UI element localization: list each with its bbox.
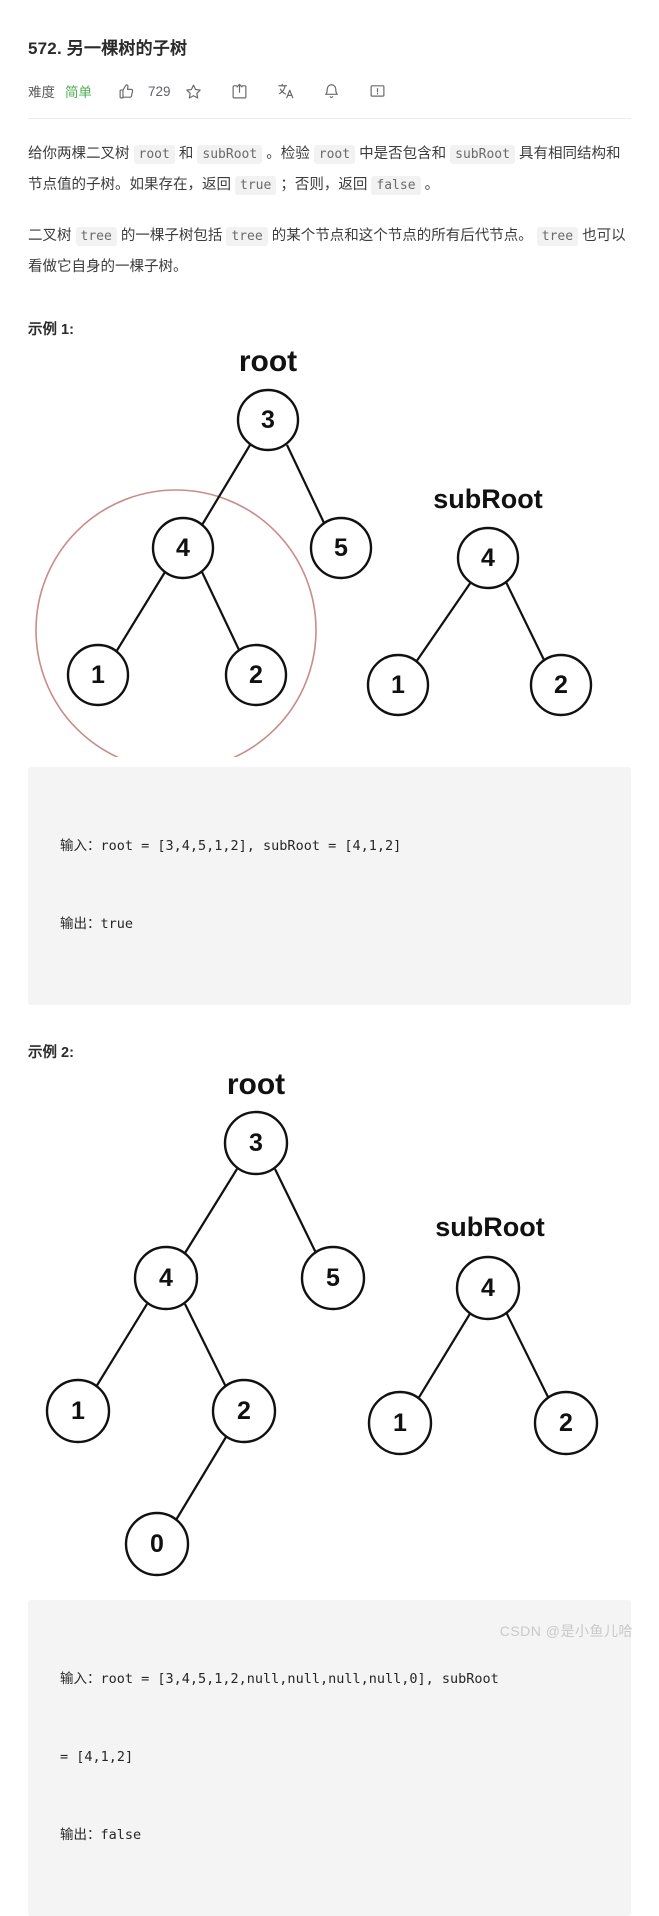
example-2-tree-svg: 3 4 5 1 2 0 4 1 2 root subRoot xyxy=(45,1068,599,1577)
page-title: 572. 另一棵树的子树 xyxy=(28,39,188,58)
tree-node-label: 3 xyxy=(261,406,275,434)
bell-icon[interactable] xyxy=(309,79,355,103)
tree-node-label: 1 xyxy=(393,1409,407,1437)
tree-node-label: 4 xyxy=(159,1264,173,1292)
tree-node-label: 0 xyxy=(150,1530,164,1558)
code-line: 输入：root = [3,4,5,1,2,null,null,null,null… xyxy=(60,1671,499,1688)
subroot-edges xyxy=(415,581,546,663)
example-1-figure: 3 4 5 1 2 4 1 2 root subRoot xyxy=(28,345,631,758)
desc-text: 中是否包含和 xyxy=(355,146,451,163)
desc-text: 和 xyxy=(174,146,198,163)
watermark: CSDN @是小鱼儿哈 xyxy=(499,1623,633,1639)
tree-node-label: 2 xyxy=(559,1409,573,1437)
tree-node-label: 1 xyxy=(391,671,405,699)
tree-node-label: 4 xyxy=(481,544,495,572)
desc-text: 的某个节点和这个节点的所有后代节点。 xyxy=(267,228,537,245)
code-false: false xyxy=(371,176,421,196)
problem-page: 572. 另一棵树的子树 难度 简单 729 给你两棵二叉树 root 和 su… xyxy=(0,0,659,1916)
root-nodes: 3 4 5 1 2 xyxy=(66,388,373,707)
code-root: root xyxy=(313,145,356,165)
subroot-figure-label: subRoot xyxy=(435,1212,544,1242)
code-subroot: subRoot xyxy=(197,145,263,165)
description-paragraph-2: 二叉树 tree 的一棵子树包括 tree 的某个节点和这个节点的所有后代节点。… xyxy=(28,221,631,282)
example-1-heading: 示例 1: xyxy=(28,322,74,339)
example-1-tree-svg: 3 4 5 1 2 4 1 2 root subRoot xyxy=(35,345,593,758)
code-root: root xyxy=(133,145,175,165)
difficulty-label: 难度 xyxy=(28,85,55,101)
desc-text: 。 xyxy=(420,177,440,194)
like-count: 729 xyxy=(148,83,171,99)
tree-node-label: 2 xyxy=(554,671,568,699)
share-icon[interactable] xyxy=(217,79,263,103)
tree-node-label: 2 xyxy=(249,661,263,689)
code-line: 输出：true xyxy=(60,916,134,933)
example-2-heading: 示例 2: xyxy=(28,1045,74,1062)
tree-node-label: 4 xyxy=(176,534,190,562)
desc-text: ；否则，返回 xyxy=(276,177,372,194)
tree-node-label: 3 xyxy=(249,1129,263,1157)
translate-icon[interactable] xyxy=(263,79,309,103)
thumbs-up-icon[interactable] xyxy=(118,79,135,103)
description-paragraph-1: 给你两棵二叉树 root 和 subRoot 。检验 root 中是否包含和 s… xyxy=(28,139,631,201)
difficulty-value: 简单 xyxy=(65,85,92,101)
code-tree: tree xyxy=(226,227,268,247)
tree-node-label: 1 xyxy=(71,1397,85,1425)
subroot-edges xyxy=(417,1311,550,1400)
tree-node-label: 4 xyxy=(481,1274,495,1302)
code-line: 输出：false xyxy=(60,1827,142,1844)
root-edges xyxy=(95,1168,317,1521)
tree-node-label: 5 xyxy=(326,1264,340,1292)
tree-node-label: 1 xyxy=(91,661,105,689)
code-line: 输入：root = [3,4,5,1,2], subRoot = [4,1,2] xyxy=(60,838,402,855)
example-2-code-block: 输入：root = [3,4,5,1,2,null,null,null,null… xyxy=(28,1600,631,1916)
subroot-figure-label: subRoot xyxy=(433,484,542,514)
code-subroot: subRoot xyxy=(450,145,515,165)
desc-text: 二叉树 xyxy=(28,228,76,245)
example-2-figure: 3 4 5 1 2 0 4 1 2 root subRoot xyxy=(28,1068,631,1590)
root-figure-label: root xyxy=(227,1068,285,1101)
code-line: = [4,1,2] xyxy=(60,1749,134,1766)
tree-node-label: 5 xyxy=(334,534,348,562)
desc-text: 给你两棵二叉树 xyxy=(28,146,134,163)
header-divider xyxy=(28,118,631,120)
example-1-code-block: 输入：root = [3,4,5,1,2], subRoot = [4,1,2]… xyxy=(28,767,631,1006)
subroot-nodes: 4 1 2 xyxy=(366,526,593,717)
desc-text: 的一棵子树包括 xyxy=(116,228,227,245)
feedback-icon[interactable] xyxy=(355,79,401,103)
subroot-nodes: 4 1 2 xyxy=(367,1255,599,1456)
root-edges xyxy=(115,444,326,653)
code-true: true xyxy=(235,176,277,196)
desc-text: 。检验 xyxy=(262,146,314,163)
code-tree: tree xyxy=(75,227,117,247)
root-figure-label: root xyxy=(239,345,297,378)
star-icon[interactable] xyxy=(171,79,217,103)
meta-row: 难度 简单 729 xyxy=(28,78,631,104)
action-icons: 729 xyxy=(118,79,401,103)
code-tree: tree xyxy=(536,227,579,247)
tree-node-label: 2 xyxy=(237,1397,251,1425)
